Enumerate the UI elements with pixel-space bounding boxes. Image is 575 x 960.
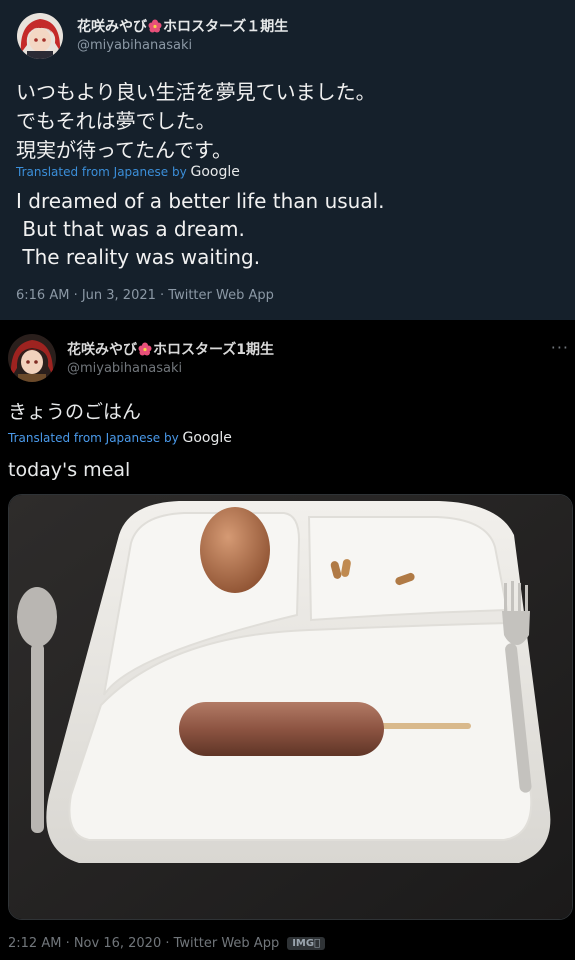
more-dots-icon[interactable]: ··· [551, 338, 569, 357]
display-name-suffix: ホロスターズ１期生 [163, 19, 289, 35]
display-name-suffix: ホロスターズ1期生 [153, 342, 275, 358]
hibiscus-flower-icon [148, 19, 162, 33]
avatar[interactable] [8, 334, 56, 382]
meal-photo [9, 495, 572, 919]
handle[interactable]: @miyabihanasaki [67, 361, 182, 376]
display-name[interactable]: 花咲みやび ホロスターズ1期生 [67, 339, 274, 359]
img-badge: IMG⃝ [287, 937, 326, 950]
tweet-timestamp-text: 2:12 AM · Nov 16, 2020 · Twitter Web App [8, 936, 280, 951]
translated-from-label: Translated from Japanese by [16, 165, 187, 179]
display-name-prefix: 花咲みやび [77, 19, 147, 35]
avatar[interactable] [17, 13, 63, 59]
tweet-timestamp[interactable]: 6:16 AM · Jun 3, 2021 · Twitter Web App [16, 288, 274, 303]
translation-attribution[interactable]: Translated from Japanese by Google [16, 164, 240, 180]
handle[interactable]: @miyabihanasaki [77, 38, 192, 53]
tweet-timestamp[interactable]: 2:12 AM · Nov 16, 2020 · Twitter Web App… [8, 936, 326, 951]
display-name-prefix: 花咲みやび [67, 342, 137, 358]
tweet-text-japanese: いつもより良い生活を夢見ていました。 でもそれは夢でした。 現実が待ってたんです… [16, 80, 376, 162]
hibiscus-flower-icon [138, 342, 152, 356]
translated-from-label: Translated from Japanese by [8, 431, 179, 445]
tweet-text-translated: I dreamed of a better life than usual. B… [16, 189, 385, 269]
display-name[interactable]: 花咲みやび ホロスターズ１期生 [77, 16, 288, 36]
translation-attribution[interactable]: Translated from Japanese by Google [8, 430, 232, 446]
google-logo: Google [182, 430, 232, 446]
tweet-photo[interactable] [8, 494, 573, 920]
tweet-text-translated: today's meal [8, 459, 131, 481]
tweet-text-japanese: きょうのごはん [8, 401, 142, 423]
google-logo: Google [190, 164, 240, 180]
